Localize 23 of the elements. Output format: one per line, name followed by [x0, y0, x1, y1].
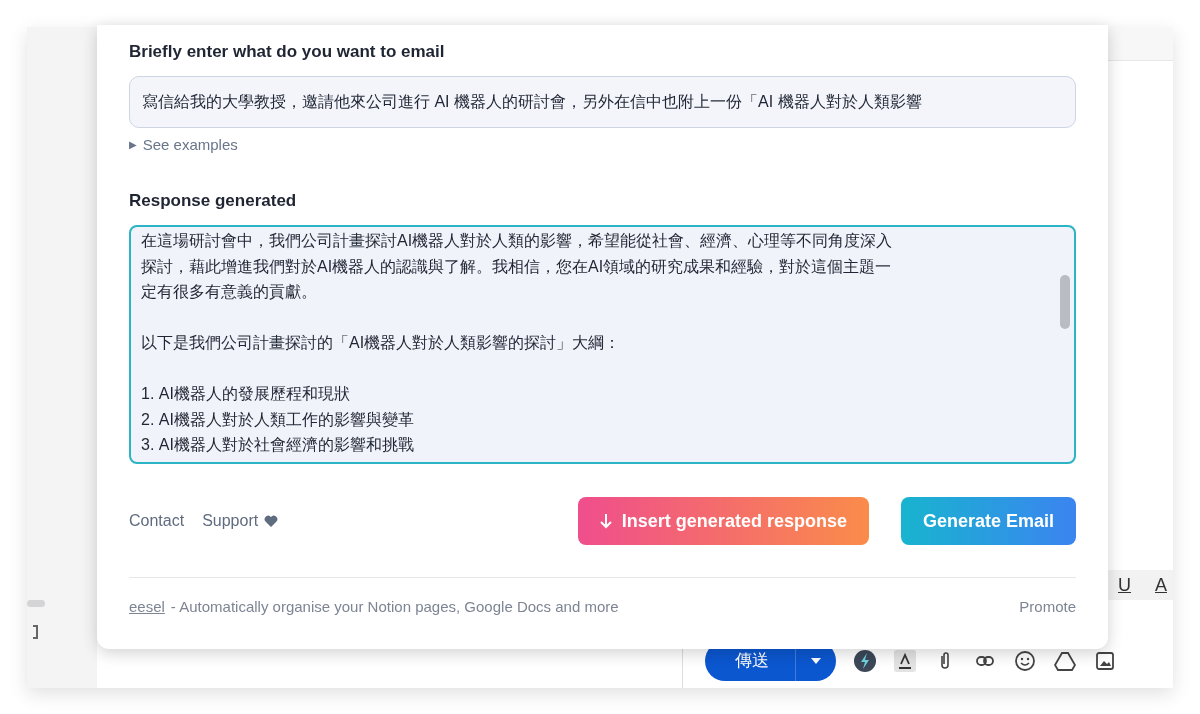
tagline: - Automatically organise your Notion pages, Google Docs and more: [170, 598, 619, 615]
text-color-icon[interactable]: [894, 650, 916, 672]
emoji-icon[interactable]: [1014, 650, 1036, 672]
brand-link[interactable]: eesel: [129, 598, 165, 615]
image-icon[interactable]: [1094, 650, 1116, 672]
response-field[interactable]: 在這場研討會中，我們公司計畫探討AI機器人對於人類的影響，希望能從社會、經濟、心理等不同角度深入 探討，藉此增進我們對於AI機器人的認識與了解。我相信，您在AI領域的研究成果和經驗，對於這個主題一 定有很多有意義的貢獻。 以下是我們公司計畫探討的「AI機器人對於人類影響的探討」大綱： 1. AI機器人的發展歷程和現狀 2. AI機器人對於人類工作的影響與變革 3. AI機器人對於社會經濟的影響和挑戰: [129, 225, 1076, 464]
response-label: Response generated: [129, 191, 298, 211]
heart-icon: [264, 514, 279, 528]
format-button[interactable]: U: [1118, 574, 1131, 596]
format-button[interactable]: A: [1155, 574, 1167, 596]
promote-link[interactable]: Promote: [1019, 598, 1076, 615]
contact-link[interactable]: Contact: [129, 512, 185, 530]
down-arrow-icon: [599, 513, 612, 529]
prompt-label: Briefly enter what do you want to email: [129, 42, 446, 62]
insert-response-button[interactable]: Insert generated response: [577, 497, 869, 545]
generate-email-button[interactable]: Generate Email: [900, 497, 1076, 545]
support-link[interactable]: Support: [202, 512, 259, 530]
prompt-field[interactable]: 寫信給我的大學教授，邀請他來公司進行 AI 機器人的研討會，另外在信中也附上一份「AI 機器人對於人類影響: [129, 76, 1076, 128]
lightning-icon[interactable]: [854, 650, 876, 672]
scrollbar-thumb[interactable]: [1060, 275, 1070, 329]
caret-icon[interactable]: [810, 657, 822, 665]
scroll-handle: [27, 600, 45, 607]
examples-toggle[interactable]: ▶ See examples: [129, 136, 238, 153]
